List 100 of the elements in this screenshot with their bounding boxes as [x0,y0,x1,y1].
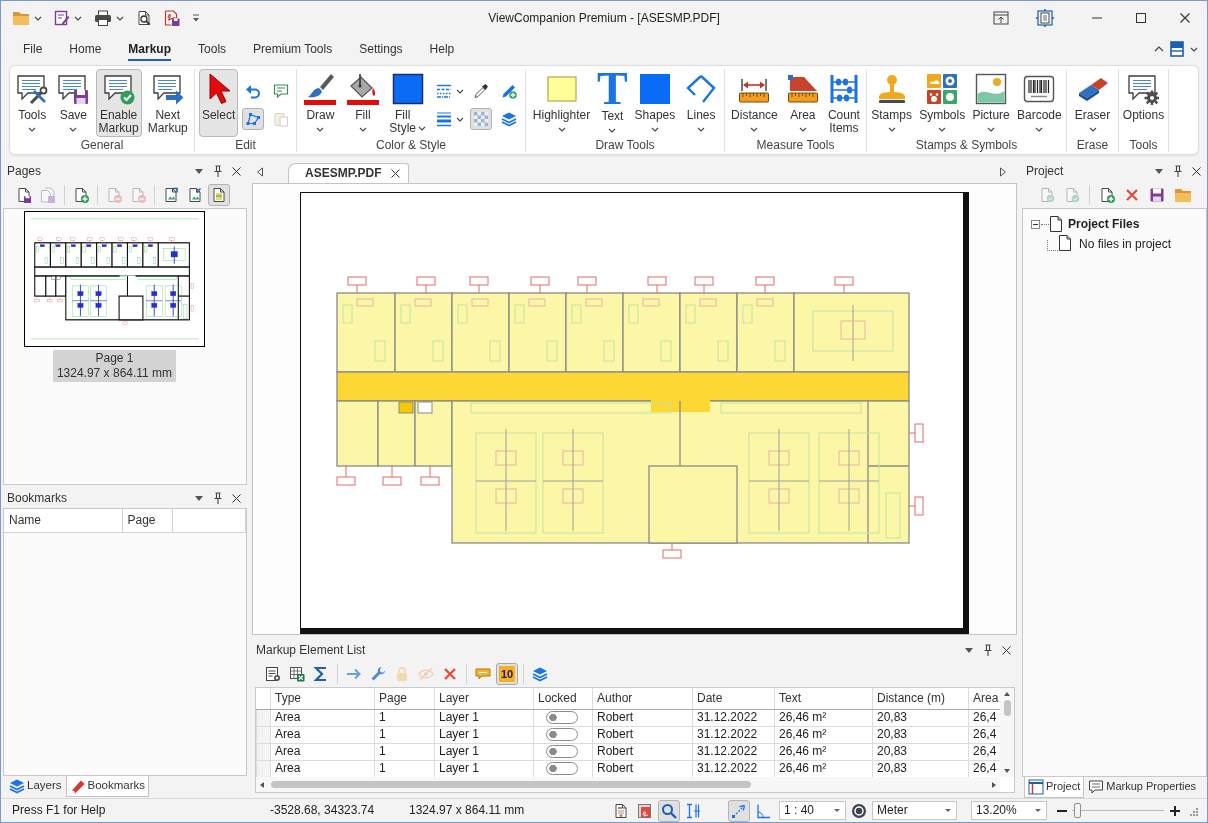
menu-tab[interactable]: Premium Tools [253,37,333,61]
pin-icon[interactable] [213,492,223,504]
ribbon-button[interactable]: Lines [682,69,721,137]
collapse-icon[interactable] [1031,219,1040,229]
ribbon-button[interactable]: Next Markup [144,69,191,137]
ribbon-button[interactable]: Symbols [916,69,969,137]
pin-icon[interactable] [1173,165,1183,177]
fit-page-icon[interactable] [1036,9,1054,27]
column-header[interactable]: Locked [533,688,593,709]
printer-icon[interactable] [94,10,112,26]
chevron-up-icon[interactable] [1154,46,1164,52]
dropdown-icon[interactable] [194,166,204,176]
column-header[interactable]: Date [692,688,775,709]
ribbon-button[interactable]: Fill Style [386,69,430,137]
ribbon-button[interactable]: Area [783,69,822,137]
toggle-switch[interactable] [546,711,578,724]
arrow-left-icon[interactable] [259,780,265,789]
ribbon-button[interactable]: Save [54,69,93,137]
ribbon-button[interactable]: Distance [728,69,781,137]
ribbon-button[interactable]: Count Items [824,69,863,137]
caret-icon[interactable] [1190,46,1198,52]
toggle-switch[interactable] [546,745,578,758]
arrow-left-icon[interactable] [256,167,264,177]
panel-tab[interactable]: Project [1024,777,1085,798]
plus-icon[interactable] [1170,805,1180,816]
arrow-right-icon[interactable] [991,780,997,789]
menu-tab[interactable]: Home [69,37,102,61]
dropdown-icon[interactable] [964,645,974,655]
edit-document-icon[interactable] [54,10,70,26]
column-header[interactable]: Author [592,688,693,709]
layout-icon[interactable] [1170,41,1184,57]
zoom-dropdown[interactable]: 13.20% [971,801,1047,820]
ribbon-button[interactable]: Highlighter [529,69,594,137]
arrow-right-icon[interactable] [999,167,1007,177]
ribbon-button[interactable]: Select [198,69,239,137]
scale-dropdown[interactable]: 1 : 40 [779,801,846,820]
scrollbar-thumb[interactable] [1003,700,1011,716]
panel-tab[interactable]: Bookmarks [65,776,150,797]
toggle-switch[interactable] [546,728,578,741]
ribbon-button[interactable]: Eraser [1071,69,1114,137]
panel-tab[interactable]: Layers [5,776,66,797]
tree-item[interactable]: No files in project [1079,236,1172,251]
close-icon[interactable] [391,169,401,178]
ring-icon[interactable] [851,802,867,819]
close-icon[interactable] [232,166,241,176]
search-icon[interactable] [658,799,680,822]
ribbon-button[interactable]: Picture [969,69,1013,137]
checkerboard-icon[interactable] [470,108,493,130]
count-toggle[interactable]: 10 [496,662,518,685]
ribbon-button[interactable]: Draw [301,69,340,137]
caret-icon[interactable] [34,15,42,21]
toggle-switch[interactable] [546,762,578,775]
pin-icon[interactable] [983,644,993,656]
menu-tab[interactable]: Settings [359,37,403,61]
polygon-vertices-icon[interactable] [242,108,265,130]
ribbon-button[interactable]: Stamps [868,69,915,137]
dropdown-icon[interactable] [1154,166,1164,176]
column-header[interactable]: Area [968,688,1000,709]
vertical-scrollbar[interactable] [1000,688,1014,777]
pin-icon[interactable] [213,165,223,177]
caret-icon[interactable] [456,88,465,94]
pdf-save-icon[interactable] [164,10,180,26]
tree-item[interactable]: Project Files [1068,216,1140,232]
caret-icon[interactable] [116,15,124,21]
page-highlight-icon[interactable] [208,183,230,206]
menu-tab[interactable]: Tools [198,37,227,61]
ribbon-button[interactable]: Options [1119,69,1168,137]
ribbon-button[interactable]: Tools [13,69,52,137]
ribbon-button[interactable]: Enable Markup [95,69,142,137]
panel-tab[interactable]: Markup Properties [1084,777,1201,798]
horizontal-scrollbar[interactable] [256,777,1000,792]
maximize-icon[interactable] [1136,13,1146,23]
customize-icon[interactable] [192,13,200,23]
close-icon[interactable] [232,493,241,503]
close-icon[interactable] [1180,13,1190,23]
close-icon[interactable] [1192,166,1201,176]
slider-thumb[interactable] [1074,803,1081,818]
close-icon[interactable] [1002,645,1011,655]
thumbnail-caption[interactable]: Page 1 1324.97 x 864.11 mm [52,350,177,382]
column-header[interactable]: Distance (m) [872,688,969,709]
arrow-down-icon[interactable] [1003,768,1011,774]
column-header[interactable]: Page [122,509,172,532]
column-header[interactable]: Layer [434,688,534,709]
column-header[interactable]: Page [374,688,435,709]
ribbon-button[interactable]: Shapes [631,69,679,137]
page-thumbnail[interactable] [24,211,205,347]
menu-tab[interactable]: Markup [128,37,172,61]
menu-tab[interactable]: Help [429,37,455,61]
print-preview-icon[interactable] [136,10,152,26]
column-header[interactable]: Text [774,688,873,709]
caret-icon[interactable] [74,15,82,21]
menu-tab[interactable]: File [23,37,43,61]
dropdown-icon[interactable] [194,493,204,503]
arrow-up-icon[interactable] [1003,691,1011,697]
column-header[interactable]: Name [4,509,122,532]
document-tab[interactable]: ASESMP.PDF [288,163,410,183]
zoom-slider[interactable] [1072,802,1164,819]
unit-dropdown[interactable]: Meter [872,801,957,820]
caret-icon[interactable] [456,116,465,122]
scrollbar-thumb[interactable] [271,781,751,788]
